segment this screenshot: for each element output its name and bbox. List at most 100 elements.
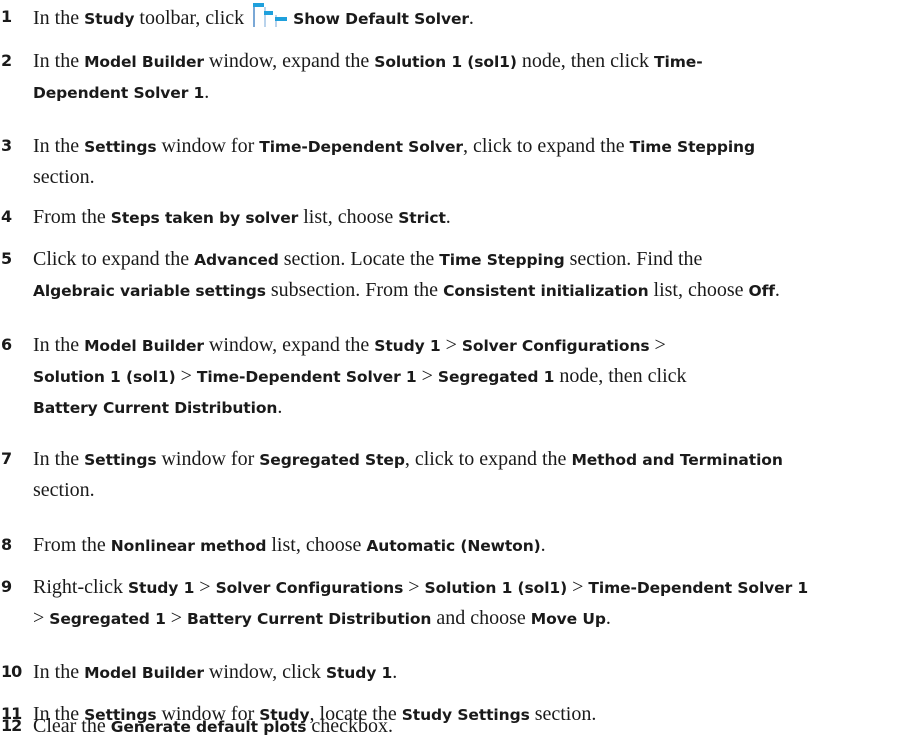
instruction-text: and choose <box>431 607 531 629</box>
instruction-text: list, choose <box>266 534 367 556</box>
instruction-text: list, choose <box>648 279 749 301</box>
ui-term: Nonlinear method <box>110 537 267 555</box>
step-number: 12 <box>1 716 22 735</box>
instruction-text: . <box>468 7 474 29</box>
ui-term: Solution 1 (sol1) <box>374 53 517 71</box>
ui-term: Solution 1 (sol1) <box>33 368 176 386</box>
step-number: 7 <box>1 449 12 468</box>
instruction-text: > <box>175 365 197 387</box>
instruction-text: window, expand the <box>203 334 375 356</box>
instruction-text: checkbox. <box>306 715 394 737</box>
step-text: In the Settings window for Time-Dependen… <box>33 131 909 192</box>
ui-term: Method and Termination <box>571 451 783 469</box>
ui-term: Model Builder <box>84 664 204 682</box>
instruction-text: From the <box>33 534 111 556</box>
ui-term: Move Up <box>530 610 606 628</box>
instruction-text: , click to expand the <box>404 448 572 470</box>
ui-term: Time Stepping <box>629 138 755 156</box>
ui-term: Dependent Solver 1 <box>33 84 205 102</box>
instruction-text: Clear the <box>33 715 111 737</box>
instruction-text: . <box>277 396 283 418</box>
instruction-text: window, expand the <box>203 50 375 72</box>
step-number: 1 <box>1 7 12 26</box>
instruction-text: section. Locate the <box>278 248 440 270</box>
ui-term: Time- <box>654 53 703 71</box>
step-number: 2 <box>1 51 12 70</box>
step-number: 6 <box>1 335 12 354</box>
instruction-text: node, then click <box>554 365 687 387</box>
instruction-text: > <box>194 576 216 598</box>
instruction-text: . <box>774 279 780 301</box>
ui-term: Battery Current Distribution <box>33 399 278 417</box>
ui-term: Study 1 <box>325 664 393 682</box>
instruction-text: window for <box>156 448 260 470</box>
instruction-text: In the <box>33 661 85 683</box>
instruction-text: In the <box>33 334 85 356</box>
ui-term: Show Default Solver <box>293 10 469 28</box>
ui-term: Generate default plots <box>110 718 307 736</box>
step-text: In the Model Builder window, expand the … <box>33 330 909 423</box>
step-text: In the Study toolbar, click Show Default… <box>33 2 909 34</box>
instruction-text: Click to expand the <box>33 248 195 270</box>
instruction-text: window, click <box>203 661 326 683</box>
ui-term: Time-Dependent Solver 1 <box>196 368 417 386</box>
instruction-text: section. <box>33 166 95 188</box>
ui-term: Settings <box>84 138 157 156</box>
step-number: 5 <box>1 249 12 268</box>
instruction-text: In the <box>33 135 85 157</box>
ui-term: Study <box>84 10 135 28</box>
ui-term: Time-Dependent Solver 1 <box>588 579 809 597</box>
instruction-text: > <box>33 607 50 629</box>
ui-term: Consistent initialization <box>443 282 649 300</box>
instruction-text: From the <box>33 206 111 228</box>
step-number: 3 <box>1 136 12 155</box>
instruction-text: In the <box>33 7 85 29</box>
ui-term: Off <box>748 282 775 300</box>
step-text: From the Steps taken by solver list, cho… <box>33 202 909 233</box>
instruction-text: , click to expand the <box>462 135 630 157</box>
instruction-text: > <box>440 334 462 356</box>
ui-term: Model Builder <box>84 337 204 355</box>
ui-term: Strict <box>398 209 446 227</box>
ui-term: Settings <box>84 451 157 469</box>
instruction-text: . <box>204 81 210 103</box>
instruction-text: Right-click <box>33 576 128 598</box>
step-text: From the Nonlinear method list, choose A… <box>33 530 909 561</box>
ui-term: Algebraic variable settings <box>33 282 266 300</box>
step-text: In the Settings window for Segregated St… <box>33 444 909 505</box>
ui-term: Advanced <box>194 251 279 269</box>
instruction-text: In the <box>33 50 85 72</box>
instruction-text: > <box>649 334 666 356</box>
instruction-text: list, choose <box>298 206 399 228</box>
ui-term: Time Stepping <box>439 251 565 269</box>
step-number: 4 <box>1 207 12 226</box>
ui-term: Segregated 1 <box>49 610 166 628</box>
ui-term: Time-Dependent Solver <box>259 138 463 156</box>
ui-term: Solver Configurations <box>215 579 404 597</box>
ui-term: Segregated 1 <box>437 368 555 386</box>
instruction-text: subsection. From the <box>265 279 444 301</box>
instruction-text: > <box>403 576 425 598</box>
step-number: 10 <box>1 662 22 681</box>
instruction-text: In the <box>33 448 85 470</box>
ui-term: Steps taken by solver <box>110 209 299 227</box>
ui-term: Battery Current Distribution <box>187 610 432 628</box>
instruction-text: node, then click <box>516 50 655 72</box>
ui-term: Solution 1 (sol1) <box>424 579 568 597</box>
ui-term: Study 1 <box>374 337 441 355</box>
show-default-solver-icon <box>251 2 291 28</box>
ui-term: Study 1 <box>127 579 195 597</box>
step-text: Right-click Study 1 > Solver Configurati… <box>33 572 909 634</box>
step-number: 8 <box>1 535 12 554</box>
ui-term: Automatic (Newton) <box>366 537 541 555</box>
step-text: Click to expand the Advanced section. Lo… <box>33 244 909 306</box>
instruction-text: window for <box>156 135 260 157</box>
instruction-text: section. Find the <box>564 248 703 270</box>
ui-term: Model Builder <box>84 53 204 71</box>
instruction-text: . <box>445 206 451 228</box>
step-text: Clear the Generate default plots checkbo… <box>33 711 909 742</box>
instruction-text: toolbar, click <box>134 7 250 29</box>
instruction-text: > <box>165 607 188 629</box>
instruction-text: . <box>605 607 611 629</box>
step-text: In the Model Builder window, click Study… <box>33 657 909 688</box>
